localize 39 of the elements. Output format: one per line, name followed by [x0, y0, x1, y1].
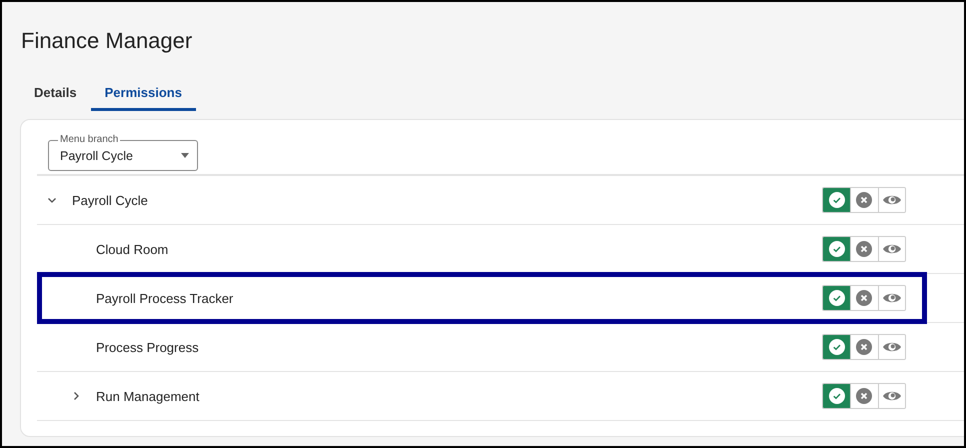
allow-button[interactable]	[823, 286, 850, 310]
allow-button[interactable]	[823, 384, 850, 408]
view-button[interactable]	[878, 286, 905, 310]
close-icon	[856, 192, 872, 208]
check-icon	[828, 388, 845, 404]
dropdown-value: Payroll Cycle	[60, 148, 134, 162]
tab[interactable]: Permissions	[90, 78, 196, 111]
page-title: Finance Manager	[21, 28, 192, 54]
eye-icon	[882, 242, 902, 256]
check-icon	[828, 290, 845, 306]
close-icon	[856, 339, 872, 355]
chevron-icon[interactable]	[47, 195, 57, 205]
allow-button[interactable]	[823, 335, 850, 359]
check-icon	[828, 241, 845, 257]
tree-item-label: Cloud Room	[96, 242, 168, 256]
eye-icon	[882, 193, 902, 207]
check-icon	[828, 192, 845, 208]
view-button[interactable]	[878, 335, 905, 359]
menu-branch-dropdown[interactable]: Menu branch Payroll Cycle	[48, 134, 198, 171]
tree-item-label: Process Progress	[96, 340, 199, 354]
allow-button[interactable]	[823, 237, 850, 261]
view-button[interactable]	[878, 188, 905, 212]
close-icon	[856, 290, 872, 306]
eye-icon	[882, 389, 902, 403]
allow-button[interactable]	[823, 188, 850, 212]
close-icon	[856, 388, 872, 404]
view-button[interactable]	[878, 384, 905, 408]
tree-item-label: Payroll Process Tracker	[96, 290, 234, 306]
view-button[interactable]	[878, 237, 905, 261]
caret-icon	[181, 153, 189, 158]
close-icon	[856, 241, 872, 257]
tree-item-label: Run Management	[96, 388, 200, 404]
eye-icon	[882, 291, 902, 305]
check-icon	[828, 339, 845, 355]
tab[interactable]: Details	[20, 78, 91, 111]
chevron-icon[interactable]	[71, 391, 81, 401]
tree-item-label: Payroll Cycle	[72, 192, 148, 208]
field-label: Menu branch	[59, 134, 120, 146]
eye-icon	[882, 340, 902, 354]
